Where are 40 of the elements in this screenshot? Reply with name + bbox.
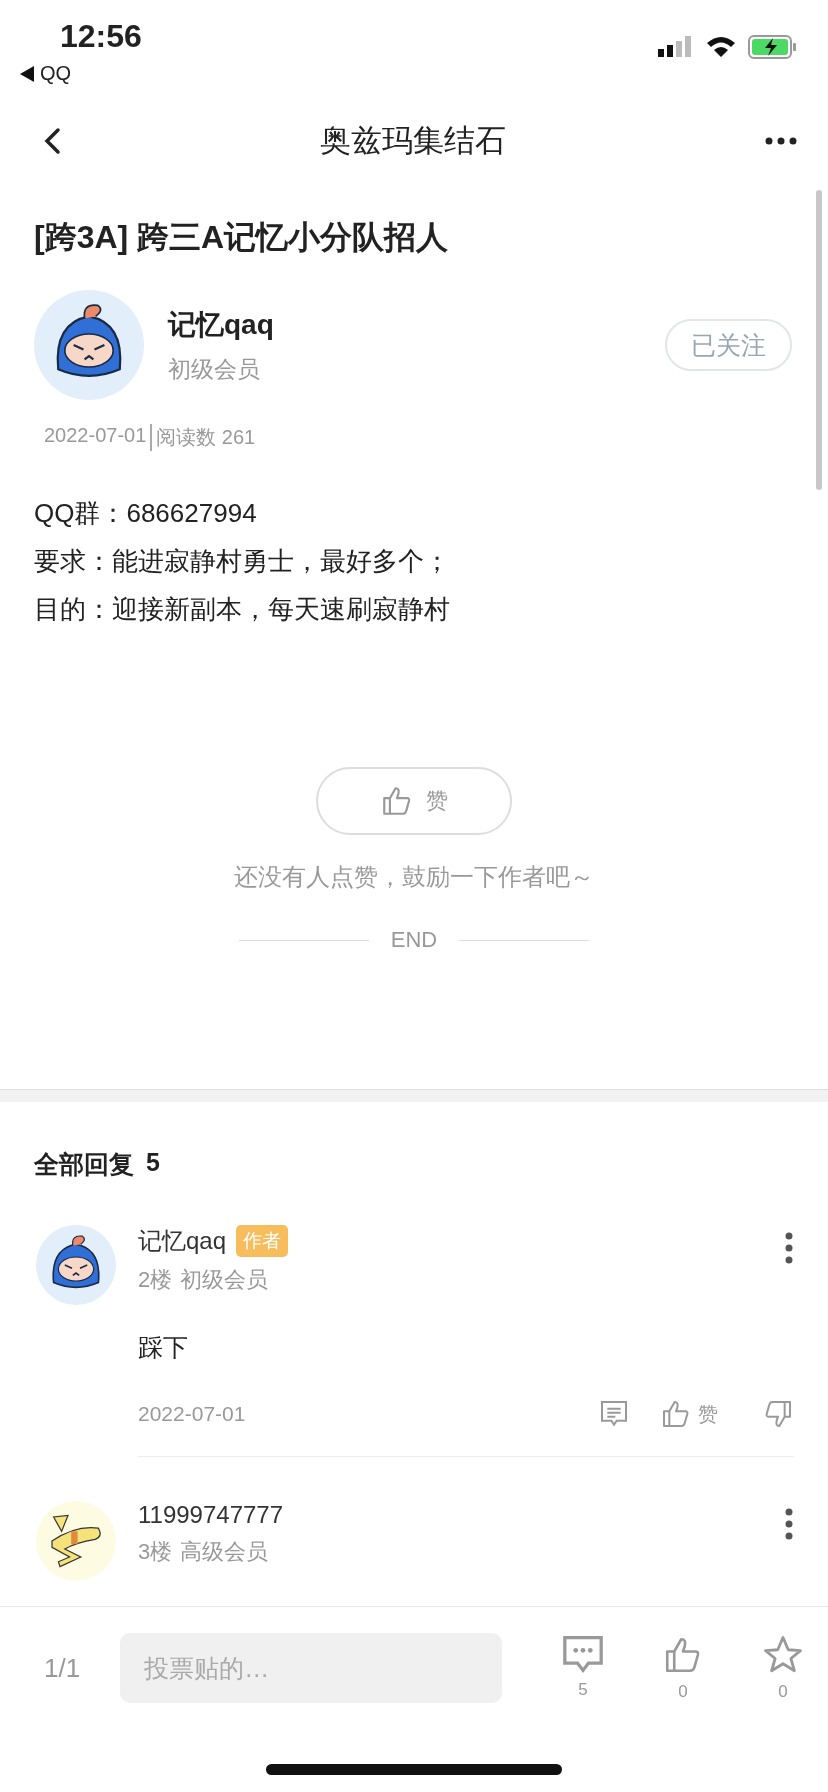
favorite-button[interactable]: 0 (754, 1634, 812, 1702)
like-button[interactable]: 赞 (660, 1398, 718, 1430)
post-text-line: 目的：迎接新副本，每天速刷寂静村 (34, 593, 451, 626)
reply-input[interactable]: 投票贴的… (120, 1633, 502, 1703)
floor-number: 2楼 (138, 1266, 173, 1294)
reply-author[interactable]: 11999747777 (138, 1501, 284, 1529)
reply-count: 5 (146, 1148, 160, 1178)
member-level: 高级会员 (180, 1538, 269, 1566)
end-marker: END (390, 927, 438, 953)
likes-button[interactable]: 0 (654, 1634, 712, 1702)
post-text-line: 要求：能进寂静村勇士，最好多个； (34, 545, 451, 578)
more-button[interactable] (784, 1507, 794, 1541)
signal-icon (658, 35, 694, 59)
member-level: 初级会员 (168, 354, 261, 384)
post-title: [跨3A] 跨三A记忆小分队招人 (33, 218, 450, 257)
chat-bubble-icon (561, 1634, 605, 1674)
back-app-label[interactable]: QQ (40, 62, 72, 85)
back-button[interactable] (42, 126, 62, 156)
comments-button[interactable]: 5 (554, 1634, 612, 1702)
battery-icon (748, 34, 798, 60)
back-triangle-icon (20, 65, 34, 82)
like-hint: 还没有人点赞，鼓励一下作者吧～ (234, 862, 594, 892)
read-count: 阅读数 261 (150, 424, 256, 451)
reply-author[interactable]: 记忆qaq (138, 1225, 227, 1257)
post-date: 2022-07-01 (44, 424, 147, 448)
page-indicator: 1/1 (44, 1652, 81, 1684)
floor-number: 3楼 (138, 1538, 173, 1566)
follow-button[interactable]: 已关注 (665, 319, 792, 371)
post-text-line: QQ群：686627994 (34, 497, 258, 530)
author-name[interactable]: 记忆qaq (168, 305, 641, 344)
author-badge: 作者 (236, 1225, 289, 1257)
wifi-icon (706, 35, 736, 59)
member-level: 初级会员 (180, 1266, 269, 1294)
reply-text: 踩下 (138, 1332, 189, 1363)
reply-date: 2022-07-01 (138, 1402, 247, 1426)
like-button[interactable]: 赞 (316, 767, 512, 835)
more-button[interactable] (764, 136, 798, 146)
page-title: 奥兹玛集结石 (320, 122, 506, 160)
more-button[interactable] (784, 1231, 794, 1265)
replies-heading: 全部回复 (34, 1149, 134, 1180)
